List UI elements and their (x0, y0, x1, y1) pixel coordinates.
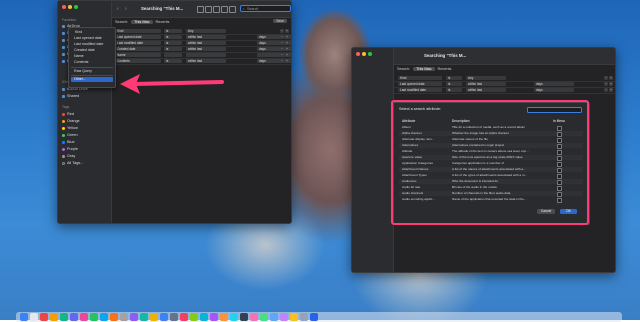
criteria-popup-b[interactable]: is (446, 82, 462, 86)
criteria-popup-b[interactable]: is (446, 88, 462, 92)
annotation-highlight-box (391, 100, 589, 225)
add-criteria-button[interactable]: + (609, 76, 613, 80)
criteria-popup-d[interactable]: days (534, 88, 574, 92)
criteria-popup-a[interactable]: Kind (398, 76, 442, 80)
remove-criteria-button[interactable]: − (604, 88, 608, 92)
close-button[interactable] (356, 52, 360, 56)
criteria-row: Last modified date is within last days − + (394, 87, 615, 94)
toolbar-2: Searching “This M... (394, 48, 615, 65)
window-title-2: Searching “This M... (424, 53, 467, 58)
criteria-popup-c[interactable]: within last (466, 82, 506, 86)
remove-criteria-button[interactable]: − (604, 76, 608, 80)
window-controls-2 (356, 52, 372, 56)
search-scope-bar-2: Search: This Mac Recents (394, 65, 615, 73)
arrow-shaft (132, 80, 224, 86)
zoom-button[interactable] (368, 52, 372, 56)
remove-criteria-button[interactable]: − (604, 82, 608, 86)
criteria-popup-c[interactable]: Any (466, 76, 506, 80)
criteria-popup-b[interactable]: is (446, 76, 462, 80)
criteria-popup-a[interactable]: Last opened date (398, 82, 442, 86)
minimize-button[interactable] (362, 52, 366, 56)
dock (16, 312, 622, 322)
add-criteria-button[interactable]: + (609, 88, 613, 92)
scope-label-2: Search: (397, 67, 411, 71)
scope-this-mac-2[interactable]: This Mac (413, 67, 435, 71)
finder-sidebar-2 (352, 48, 394, 272)
criteria-popup-c[interactable]: within last (466, 88, 506, 92)
scope-recents-2[interactable]: Recents (438, 67, 452, 71)
criteria-popup-d[interactable]: days (534, 82, 574, 86)
add-criteria-button[interactable]: + (609, 82, 613, 86)
criteria-popup-a[interactable]: Last modified date (398, 88, 442, 92)
